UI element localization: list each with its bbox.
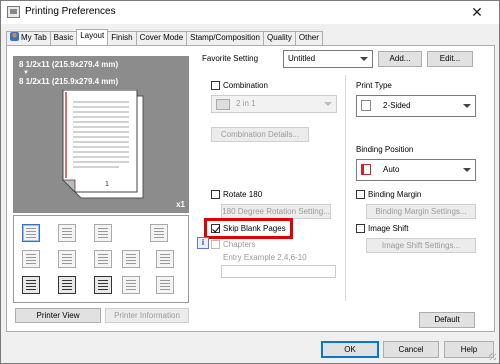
text-a-icon[interactable] [94,250,112,268]
binding-icon[interactable] [122,250,140,268]
combination-checkbox[interactable] [211,81,220,90]
close-icon[interactable]: ✕ [455,1,499,24]
paper-size-output: 8 1/2x11 (215.9x279.4 mm) [19,77,119,86]
edit-favorite-button[interactable]: Edit... [427,51,473,67]
chapters-input[interactable] [221,265,336,278]
printing-preferences-window: Printing Preferences ✕ My Tab Basic Layo… [0,0,500,364]
tab-stamp-composition[interactable]: Stamp/Composition [186,31,264,45]
function-icon-panel [13,215,189,303]
binding-margin-checkbox[interactable] [356,190,365,199]
combination-function-icon[interactable] [22,224,40,242]
tab-other[interactable]: Other [294,31,323,45]
tab-finish[interactable]: Finish [107,31,137,45]
two-in-one-icon [216,99,230,110]
rotate-180-checkbox[interactable] [211,190,220,199]
help-button[interactable]: Help [444,341,494,358]
combination-select[interactable]: 2 in 1 [211,95,337,113]
window-title: Printing Preferences [25,6,116,17]
binding-position-label: Binding Position [356,145,414,154]
page-preview: 8 1/2x11 (215.9x279.4 mm) ▼ 8 1/2x11 (21… [13,56,189,213]
chapters-example: Entry Example 2,4,6-10 [223,253,307,262]
image-shift-checkbox[interactable] [356,224,365,233]
tab-cover-mode[interactable]: Cover Mode [135,31,188,45]
rotate-180-label: Rotate 180 [223,190,263,199]
overlay-icon[interactable] [122,276,140,294]
binding-margin-settings-button[interactable]: Binding Margin Settings... [366,204,476,219]
paper-size-original: 8 1/2x11 (215.9x279.4 mm) [19,60,119,69]
tray-icon[interactable] [156,276,174,294]
two-sided-icon [361,100,371,111]
rotation-setting-button[interactable]: 180 Degree Rotation Setting... [221,204,331,219]
print-type-label: Print Type [356,81,392,90]
binding-position-value: Auto [383,165,400,174]
tab-quality[interactable]: Quality [262,31,296,45]
tab-layout[interactable]: Layout [76,29,109,45]
copies-count: x1 [176,200,185,209]
print-type-select[interactable]: 2-Sided [356,95,476,117]
chapters-checkbox[interactable] [211,240,220,249]
chapters-label: Chapters [223,240,256,249]
rotate-icon[interactable] [150,224,168,242]
add-favorite-button[interactable]: Add... [378,51,422,67]
title-bar: Printing Preferences ✕ [1,1,499,24]
printer-view-button[interactable]: Printer View [15,308,101,323]
tab-strip: My Tab Basic Layout Finish Cover Mode St… [6,29,323,45]
document-preview-image: 1 [62,90,144,199]
resize-grip-icon[interactable] [489,353,496,360]
binding-position-select[interactable]: Auto [356,159,476,181]
staple-icon[interactable] [156,250,174,268]
image-shift-label: Image Shift [368,224,409,233]
chevron-down-icon [463,168,471,172]
print-type-value: 2-Sided [383,101,411,110]
tab-my-tab[interactable]: My Tab [6,31,51,45]
account-icon[interactable] [94,276,112,294]
skip-blank-pages-highlight [204,218,293,239]
binding-position-icon [361,164,371,175]
down-arrow-icon: ▼ [23,70,29,76]
column-divider [345,75,346,301]
cancel-button[interactable]: Cancel [383,341,439,358]
combination-value: 2 in 1 [236,99,256,108]
user-icon[interactable] [58,276,76,294]
chevron-down-icon [463,104,471,108]
svg-text:1: 1 [105,181,109,188]
image-shift-settings-button[interactable]: Image Shift Settings... [366,238,476,253]
favorite-setting-label: Favorite Setting [202,54,259,63]
chevron-down-icon [324,102,332,106]
favorite-setting-value: Untitled [288,54,316,63]
combination-label: Combination [223,81,268,90]
ok-button[interactable]: OK [321,341,379,358]
stamp-icon[interactable] [22,276,40,294]
copy-pages-icon[interactable] [94,224,112,242]
binding-margin-label: Binding Margin [368,190,422,199]
info-icon: i [197,237,209,249]
combination-details-button[interactable]: Combination Details... [211,127,309,142]
printer-information-button[interactable]: Printer Information [105,308,189,323]
default-button[interactable]: Default [419,312,475,328]
favorite-setting-select[interactable]: Untitled [283,50,373,68]
booklet-icon[interactable] [22,250,40,268]
chevron-down-icon [360,57,368,61]
printer-icon [7,6,20,18]
my-tab-icon [10,32,19,41]
margin-icon[interactable] [58,250,76,268]
tab-basic[interactable]: Basic [49,31,78,45]
page-list-icon[interactable] [58,224,76,242]
